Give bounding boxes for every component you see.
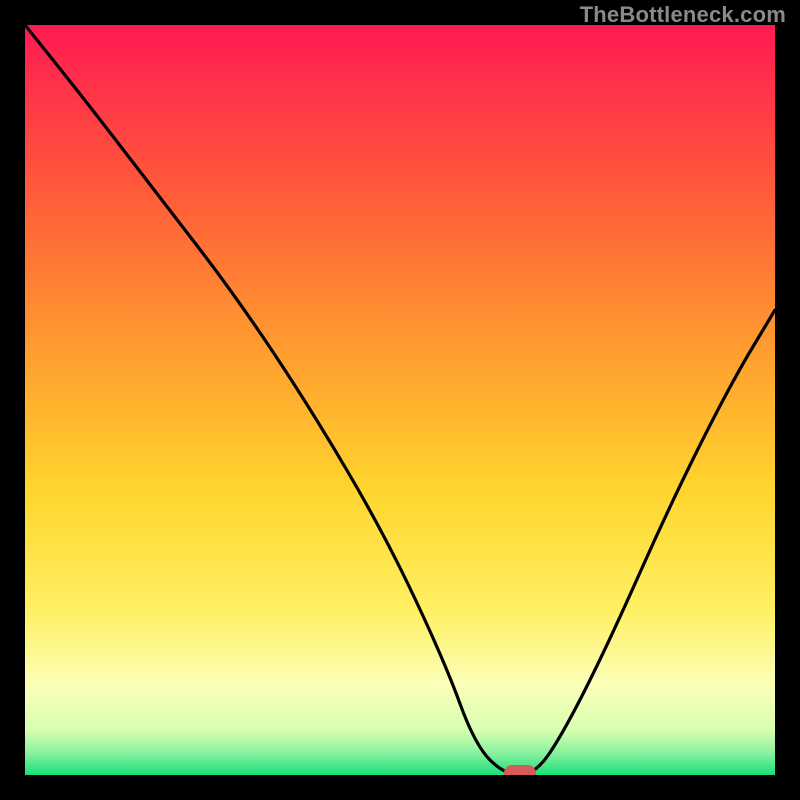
chart-frame: TheBottleneck.com [0,0,800,800]
plot-area [25,25,775,775]
optimal-marker [25,25,775,775]
watermark-text: TheBottleneck.com [580,2,786,28]
